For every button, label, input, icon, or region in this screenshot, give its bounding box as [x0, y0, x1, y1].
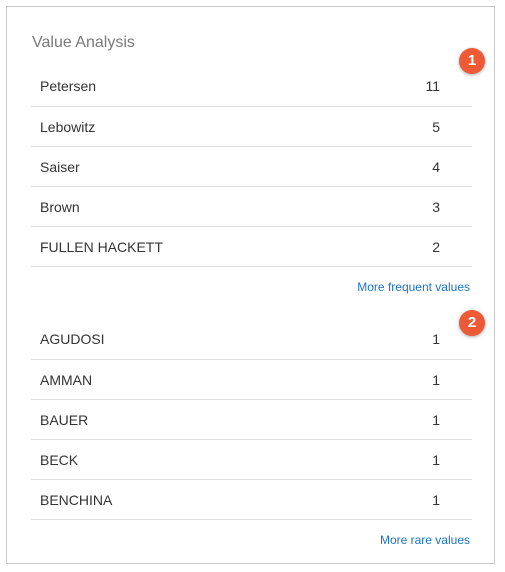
- value-name: AMMAN: [40, 372, 93, 388]
- value-count: 1: [432, 372, 440, 388]
- list-item[interactable]: Saiser 4: [31, 146, 472, 186]
- value-name: BECK: [40, 452, 79, 468]
- more-frequent-values-link[interactable]: More frequent values: [357, 280, 470, 294]
- value-count: 1: [432, 492, 440, 508]
- value-name: FULLEN HACKETT: [40, 239, 163, 255]
- list-item[interactable]: FULLEN HACKETT 2: [31, 226, 472, 267]
- value-name: Brown: [40, 199, 80, 215]
- value-count: 5: [432, 119, 440, 135]
- callout-badge-2: 2: [459, 310, 485, 336]
- list-item[interactable]: AMMAN 1: [31, 359, 472, 399]
- list-item[interactable]: BENCHINA 1: [31, 479, 472, 520]
- callout-badge-1: 1: [459, 48, 485, 74]
- value-analysis-panel: Value Analysis Petersen 11 Lebowitz 5 Sa…: [6, 6, 495, 564]
- value-count: 11: [425, 78, 440, 94]
- list-item[interactable]: BAUER 1: [31, 399, 472, 439]
- value-name: Saiser: [40, 159, 80, 175]
- value-name: Petersen: [40, 78, 97, 94]
- value-count: 1: [432, 412, 440, 428]
- value-name: AGUDOSI: [40, 331, 105, 347]
- list-item[interactable]: Brown 3: [31, 186, 472, 226]
- list-item[interactable]: Lebowitz 5: [31, 106, 472, 146]
- value-count: 4: [432, 159, 440, 175]
- value-name: BENCHINA: [40, 492, 113, 508]
- rare-values-list: AGUDOSI 1 AMMAN 1 BAUER 1 BECK 1 BENCHIN…: [31, 319, 472, 520]
- value-name: BAUER: [40, 412, 89, 428]
- value-count: 2: [432, 239, 440, 255]
- more-rare-values-link[interactable]: More rare values: [380, 533, 470, 547]
- list-item[interactable]: AGUDOSI 1: [31, 319, 472, 359]
- value-name: Lebowitz: [40, 119, 96, 135]
- panel-title: Value Analysis: [32, 34, 135, 51]
- frequent-values-list: Petersen 11 Lebowitz 5 Saiser 4 Brown 3 …: [31, 66, 472, 267]
- value-count: 1: [432, 452, 440, 468]
- list-item[interactable]: BECK 1: [31, 439, 472, 479]
- value-count: 3: [432, 199, 440, 215]
- list-item[interactable]: Petersen 11: [31, 66, 472, 106]
- value-count: 1: [432, 331, 440, 347]
